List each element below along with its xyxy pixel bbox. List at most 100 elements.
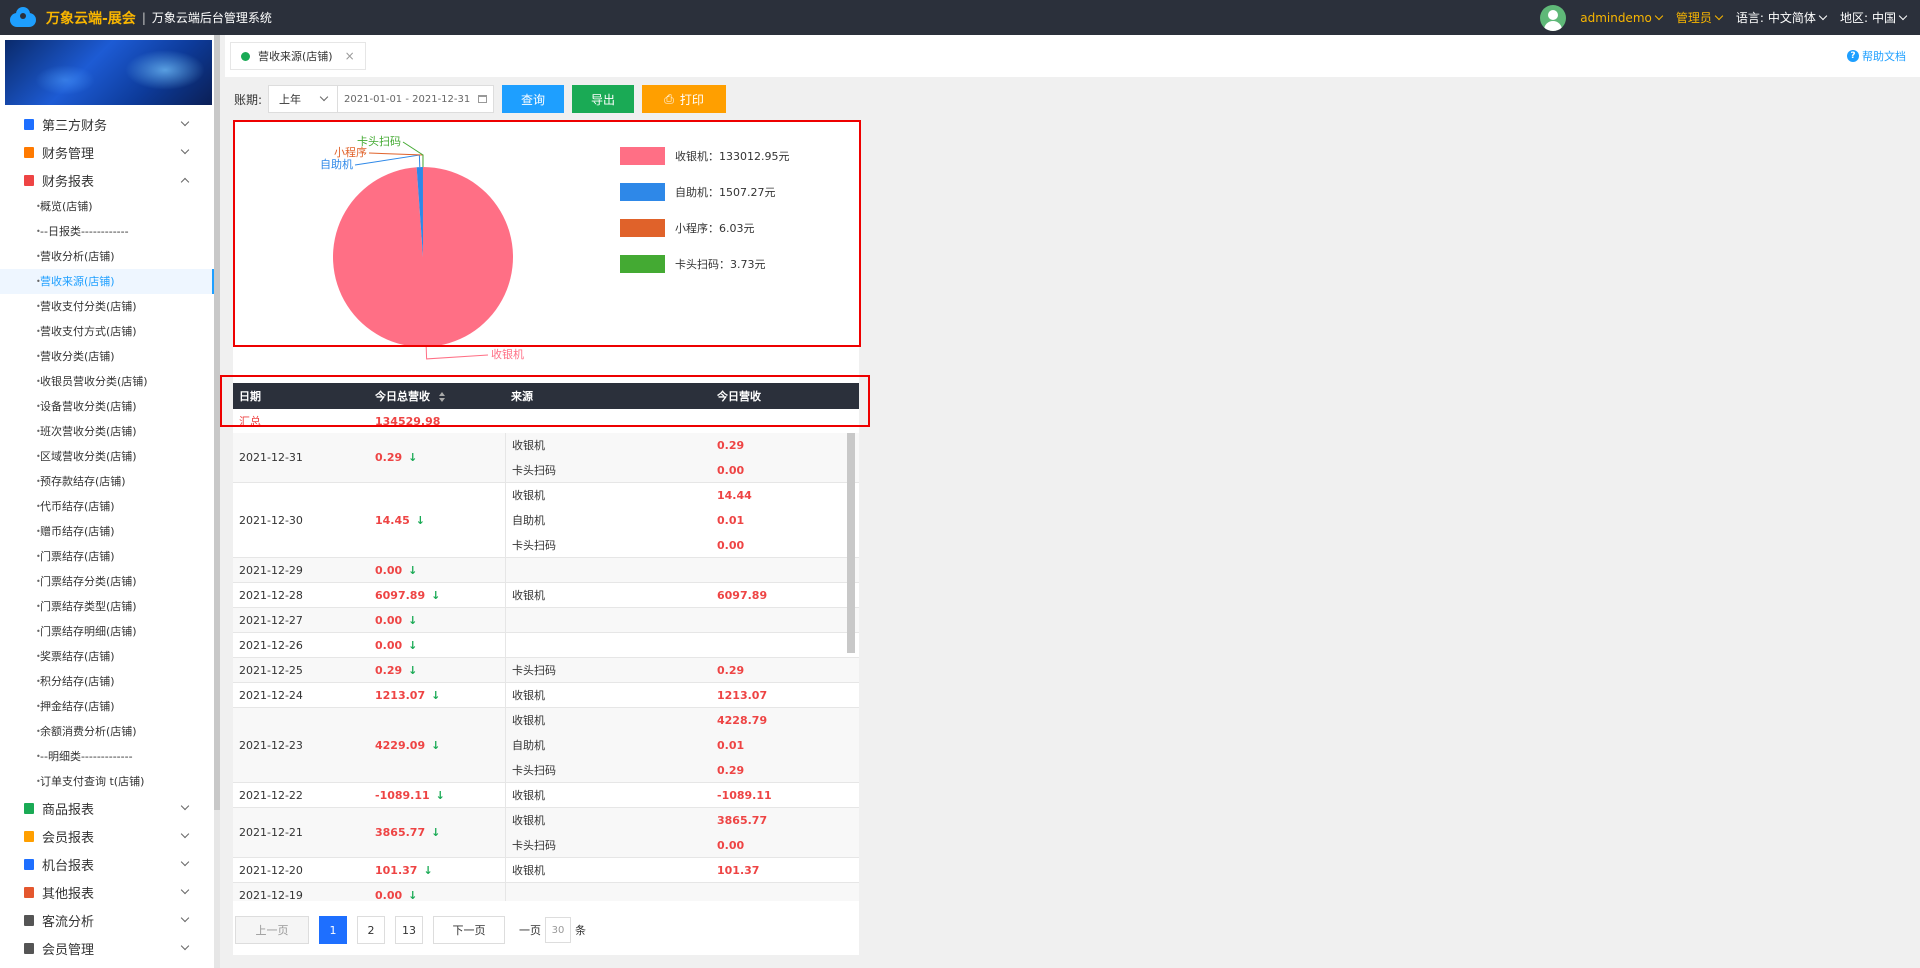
- legend-item[interactable]: 小程序：6.03元: [620, 210, 790, 246]
- export-button[interactable]: 导出: [572, 85, 635, 113]
- sidebar-group-t2[interactable]: 财务报表: [0, 166, 214, 194]
- sidebar-item[interactable]: 预存款结存(店铺): [0, 469, 214, 494]
- sidebar-item[interactable]: 积分结存(店铺): [0, 669, 214, 694]
- pie-slice-label: 收银机: [491, 347, 524, 360]
- cell-total: 0.00 ↓: [369, 883, 505, 902]
- cell-total: 0.29 ↓: [369, 658, 505, 682]
- sidebar-group-b4[interactable]: 客流分析: [0, 906, 214, 934]
- sidebar-item[interactable]: 区域营收分类(店铺): [0, 444, 214, 469]
- table-scrollbar-thumb[interactable]: [847, 433, 855, 653]
- sidebar-scrollbar-thumb[interactable]: [214, 35, 220, 810]
- cell-values: [711, 883, 849, 901]
- sidebar-item[interactable]: 门票结存分类(店铺): [0, 569, 214, 594]
- cell-date: 2021-12-24: [239, 688, 303, 702]
- sidebar-item[interactable]: 门票结存类型(店铺): [0, 594, 214, 619]
- cell-values: [711, 633, 849, 657]
- page-size-unit: 条: [575, 924, 586, 937]
- source-name: 卡头扫码: [512, 664, 556, 677]
- query-button[interactable]: 查询: [502, 85, 565, 113]
- sidebar-group-t1[interactable]: 财务管理: [0, 138, 214, 166]
- cell-total-value: 0.29: [375, 663, 403, 677]
- header-date-label: 日期: [239, 390, 261, 403]
- sidebar-item[interactable]: --日报类------------: [0, 219, 214, 244]
- arrow-down-icon: ↓: [408, 451, 418, 464]
- sidebar-item[interactable]: 余额消费分析(店铺): [0, 719, 214, 744]
- print-button[interactable]: ⎙ 打印: [642, 85, 727, 113]
- sidebar-item[interactable]: 概览(店铺): [0, 194, 214, 219]
- sidebar-item[interactable]: 奖票结存(店铺): [0, 644, 214, 669]
- cell-values: 14.44 0.01 0.00: [711, 483, 849, 557]
- role-menu[interactable]: 管理员: [1675, 9, 1724, 26]
- menu-group-icon: [24, 914, 34, 926]
- role-label: 管理员: [1675, 11, 1712, 25]
- cell-values: [711, 608, 849, 632]
- sidebar-group-b3[interactable]: 其他报表: [0, 878, 214, 906]
- legend-item[interactable]: 自助机：1507.27元: [620, 174, 790, 210]
- cell-date: 2021-12-19: [239, 888, 303, 902]
- sidebar-item[interactable]: 收银员营收分类(店铺): [0, 369, 214, 394]
- table-body[interactable]: 2021-12-31 0.29 ↓ 收银机 卡头扫码 0.29 0.00 2021-12-30…: [233, 433, 859, 901]
- sidebar-group-b0[interactable]: 商品报表: [0, 794, 214, 822]
- sidebar-scrollbar[interactable]: [214, 35, 220, 968]
- sidebar-item[interactable]: 营收支付方式(店铺): [0, 319, 214, 344]
- sidebar-item[interactable]: 赠币结存(店铺): [0, 519, 214, 544]
- source-value: 101.37: [717, 864, 760, 877]
- language-menu[interactable]: 语言: 中文简体: [1736, 9, 1828, 26]
- header-total[interactable]: 今日总营收: [369, 388, 505, 404]
- header-source-label: 来源: [511, 390, 533, 403]
- page-2-button[interactable]: 2: [357, 916, 385, 944]
- sidebar-group-b5[interactable]: 会员管理: [0, 934, 214, 962]
- period-select[interactable]: 上年: [268, 85, 339, 113]
- sidebar-group-b2[interactable]: 机台报表: [0, 850, 214, 878]
- cell-total-value: 4229.09: [375, 738, 426, 752]
- sort-icon[interactable]: [438, 392, 446, 402]
- sidebar-group-b1[interactable]: 会员报表: [0, 822, 214, 850]
- sidebar-item[interactable]: 设备营收分类(店铺): [0, 394, 214, 419]
- legend-item[interactable]: 收银机：133012.95元: [620, 138, 790, 174]
- help-docs-link[interactable]: ? 帮助文档: [1847, 48, 1906, 64]
- page-13-button[interactable]: 13: [395, 916, 423, 944]
- close-icon[interactable]: ×: [345, 49, 355, 63]
- sidebar-item[interactable]: 代币结存(店铺): [0, 494, 214, 519]
- avatar[interactable]: [1540, 4, 1567, 31]
- page-size-input[interactable]: 30: [545, 917, 571, 943]
- summary-value: 134529.98: [375, 414, 441, 428]
- sidebar-item[interactable]: 营收来源(店铺): [0, 269, 214, 294]
- legend-label: 卡头扫码：3.73元: [675, 258, 766, 271]
- sidebar-item[interactable]: 押金结存(店铺): [0, 694, 214, 719]
- logo[interactable]: 万象云端-展会 | 万象云端后台管理系统: [0, 6, 272, 29]
- page-1-button[interactable]: 1: [319, 916, 347, 944]
- sidebar-group-label: 客流分析: [42, 914, 95, 930]
- cell-sources: 收银机 自助机 卡头扫码: [505, 708, 711, 782]
- chevron-down-icon: [180, 829, 190, 839]
- source-name: 卡头扫码: [512, 764, 556, 777]
- legend-item[interactable]: 卡头扫码：3.73元: [620, 246, 790, 282]
- header-revenue: 今日营收: [711, 388, 849, 404]
- sidebar-item[interactable]: 班次营收分类(店铺): [0, 419, 214, 444]
- arrow-down-icon: ↓: [415, 513, 426, 527]
- sidebar-item[interactable]: 营收分类(店铺): [0, 344, 214, 369]
- sidebar-item[interactable]: 营收支付分类(店铺): [0, 294, 214, 319]
- sidebar-item[interactable]: 订单支付查询 t(店铺): [0, 769, 214, 794]
- sidebar-item[interactable]: --明细类-------------: [0, 744, 214, 769]
- table-row: 2021-12-29 0.00 ↓: [233, 558, 859, 583]
- region-menu[interactable]: 地区: 中国: [1840, 9, 1908, 26]
- sidebar-group-t0[interactable]: 第三方财务: [0, 110, 214, 138]
- prev-page-button[interactable]: 上一页: [235, 916, 309, 944]
- tab-revenue-source[interactable]: 营收来源(店铺) ×: [230, 42, 366, 70]
- sidebar-item[interactable]: 门票结存(店铺): [0, 544, 214, 569]
- user-menu[interactable]: admindemo: [1580, 11, 1664, 25]
- sidebar-item[interactable]: 门票结存明细(店铺): [0, 619, 214, 644]
- header-date[interactable]: 日期: [233, 388, 369, 404]
- date-range-input[interactable]: 2021-01-01 - 2021-12-31: [338, 85, 495, 113]
- next-page-button[interactable]: 下一页: [433, 916, 505, 944]
- source-value: 0.00: [717, 464, 745, 477]
- sidebar-item[interactable]: 营收分析(店铺): [0, 244, 214, 269]
- source-value: 0.29: [717, 439, 745, 452]
- print-label: 打印: [679, 92, 704, 107]
- cell-sources: [505, 883, 711, 901]
- source-name: 收银机: [512, 689, 545, 702]
- cell-sources: [505, 608, 711, 632]
- cell-total: -1089.11 ↓: [369, 783, 505, 807]
- source-value: 3865.77: [717, 814, 768, 827]
